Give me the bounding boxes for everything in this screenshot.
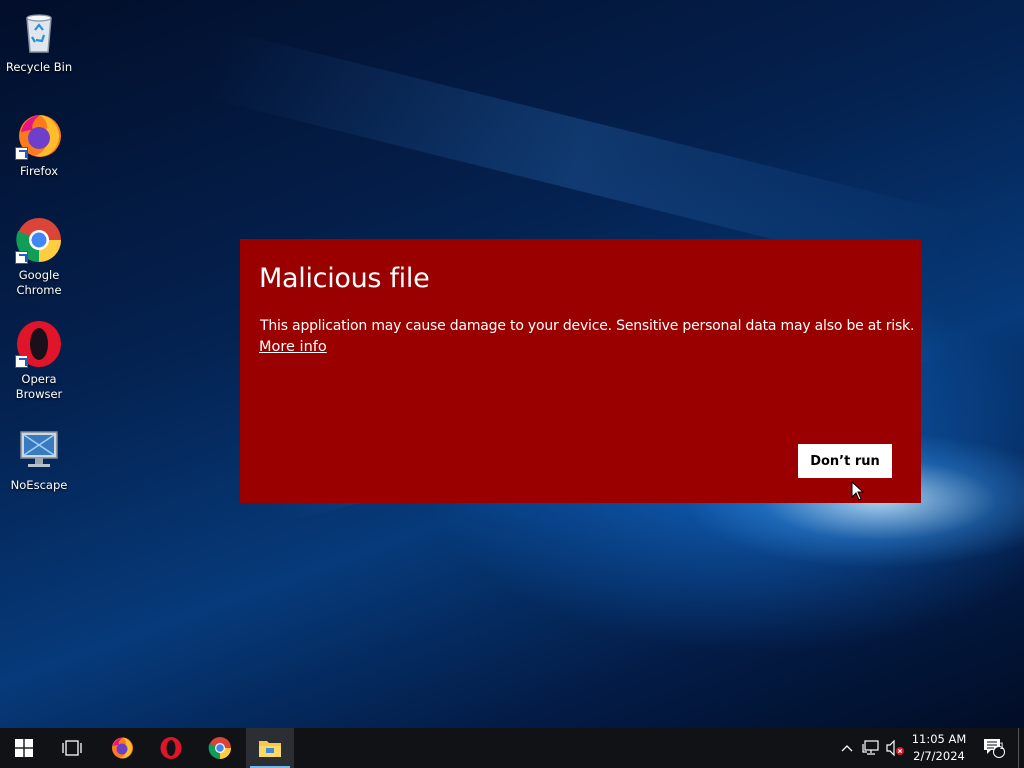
desktop-icon-label: Google Chrome bbox=[16, 268, 62, 297]
mouse-cursor-icon bbox=[851, 480, 865, 505]
noescape-icon bbox=[15, 426, 63, 474]
firefox-icon bbox=[112, 737, 133, 759]
start-button[interactable] bbox=[0, 728, 48, 768]
network-button[interactable] bbox=[859, 728, 883, 768]
firefox-icon bbox=[15, 112, 63, 160]
clock-date: 2/7/2024 bbox=[913, 749, 965, 763]
taskbar-file-explorer-button[interactable] bbox=[246, 728, 294, 768]
dialog-message: This application may cause damage to you… bbox=[260, 318, 915, 334]
volume-muted-icon bbox=[886, 740, 904, 756]
task-view-icon bbox=[62, 740, 82, 756]
file-explorer-icon bbox=[259, 741, 281, 757]
shortcut-arrow-icon bbox=[15, 355, 28, 368]
opera-icon bbox=[15, 320, 63, 368]
show-desktop-button[interactable] bbox=[1018, 728, 1024, 768]
task-view-button[interactable] bbox=[48, 728, 96, 768]
taskbar-opera-button[interactable] bbox=[147, 728, 195, 768]
show-hidden-icons-button[interactable] bbox=[835, 728, 859, 768]
desktop-icon-label: Recycle Bin bbox=[5, 60, 73, 74]
taskbar-clock[interactable]: 11:05 AM 2/7/2024 bbox=[906, 728, 972, 768]
notification-count: 1 bbox=[999, 742, 1005, 752]
desktop-icon-label: Opera Browser bbox=[15, 372, 63, 401]
chevron-up-icon bbox=[841, 745, 853, 752]
desktop-icon-opera[interactable]: Opera Browser bbox=[0, 320, 78, 402]
chrome-icon bbox=[15, 216, 63, 264]
desktop-icon-chrome[interactable]: Google Chrome bbox=[0, 216, 78, 298]
shortcut-arrow-icon bbox=[15, 147, 28, 160]
desktop-icon-label: Firefox bbox=[19, 164, 59, 178]
shortcut-arrow-icon bbox=[15, 251, 28, 264]
clock-time: 11:05 AM bbox=[911, 732, 967, 746]
network-icon bbox=[862, 740, 879, 755]
dialog-title: Malicious file bbox=[259, 263, 430, 294]
more-info-link[interactable]: More info bbox=[259, 339, 327, 355]
taskbar: 11:05 AM 2/7/2024 1 bbox=[0, 728, 1024, 768]
action-center-button[interactable]: 1 bbox=[978, 728, 1010, 768]
desktop-icon-recycle-bin[interactable]: Recycle Bin bbox=[0, 8, 78, 75]
desktop-icon-firefox[interactable]: Firefox bbox=[0, 112, 78, 179]
desktop-icon-label: NoEscape bbox=[10, 478, 68, 492]
opera-icon bbox=[160, 737, 182, 759]
chrome-icon bbox=[208, 737, 231, 759]
dont-run-button[interactable]: Don’t run bbox=[798, 444, 892, 478]
taskbar-chrome-button[interactable] bbox=[196, 728, 244, 768]
recycle-bin-icon bbox=[15, 8, 63, 56]
malicious-file-dialog: Malicious file This application may caus… bbox=[240, 239, 921, 503]
volume-button[interactable] bbox=[883, 728, 907, 768]
desktop-icon-noescape[interactable]: NoEscape bbox=[0, 426, 78, 493]
taskbar-firefox-button[interactable] bbox=[98, 728, 146, 768]
start-icon bbox=[15, 739, 33, 757]
